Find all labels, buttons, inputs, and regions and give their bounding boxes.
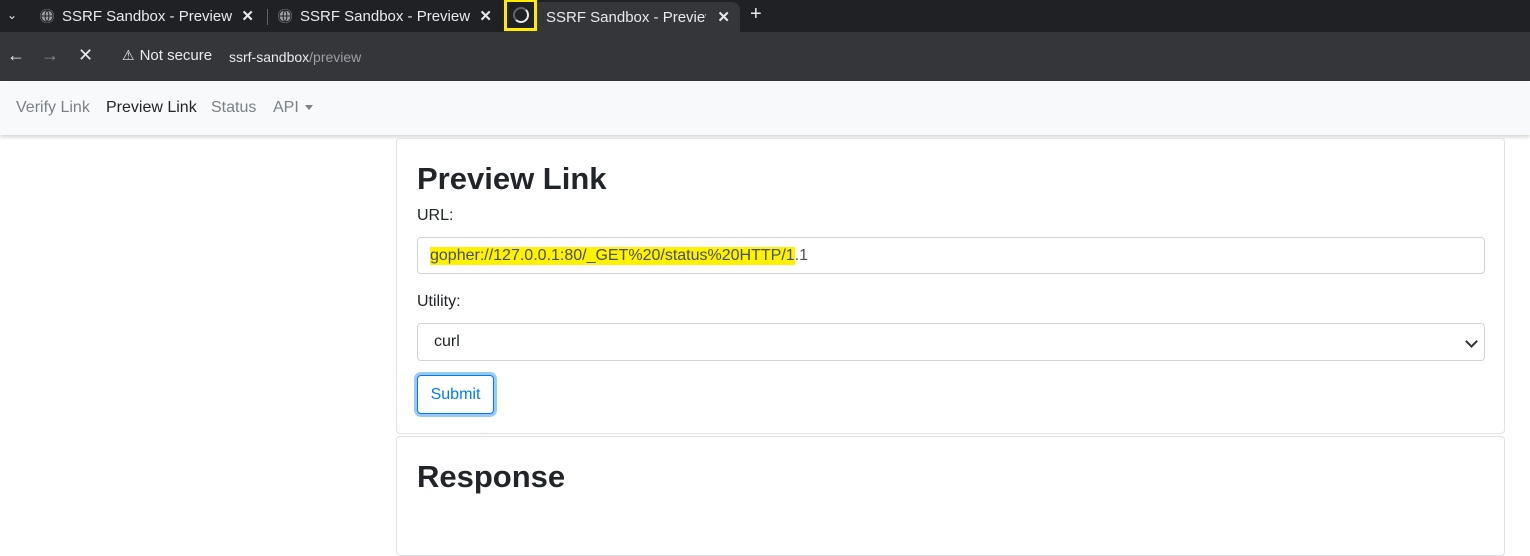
tab-title: SSRF Sandbox - Preview Link [300,7,470,25]
tab-close-icon[interactable]: ✕ [717,8,730,26]
utility-label: Utility: [417,293,461,310]
page-title: Preview Link [417,161,607,196]
loading-spinner-icon [512,7,529,23]
nav-status[interactable]: Status [211,99,256,117]
utility-selected-value: curl [434,333,460,350]
nav-verify-link[interactable]: Verify Link [16,99,90,117]
warning-triangle-icon: ⚠ [122,47,135,63]
browser-toolbar: ← → ✕ ⚠ Not secure ssrf-sandbox/preview [0,32,1530,81]
address-bar[interactable]: ssrf-sandbox/preview [229,49,361,65]
tab-title: SSRF Sandbox - Preview Link [546,8,706,26]
globe-icon [40,9,54,23]
caret-down-icon [304,105,313,111]
tab-separator [267,9,268,25]
submit-button[interactable]: Submit [417,375,494,414]
tab-close-icon[interactable]: ✕ [479,7,492,25]
security-label: Not secure [139,47,213,64]
globe-icon [278,9,292,23]
url-path: /preview [309,49,362,65]
browser-tab-3-active[interactable]: SSRF Sandbox - Preview Link ✕ [504,2,740,32]
url-input[interactable]: gopher://127.0.0.1:80/_GET%20/status%20H… [417,237,1485,274]
tab-close-icon[interactable]: ✕ [241,7,254,25]
browser-tab-strip: ⌄ SSRF Sandbox - Preview Link ✕ SSRF San… [0,0,1530,32]
chevron-down-icon [1465,335,1478,348]
browser-tab-2[interactable]: SSRF Sandbox - Preview Link ✕ [270,2,502,30]
response-heading: Response [417,459,566,494]
back-arrow-icon[interactable]: ← [7,45,25,66]
response-card: Response [396,436,1505,556]
tab-search-chevron-icon[interactable]: ⌄ [2,4,22,26]
tab-title: SSRF Sandbox - Preview Link [62,7,232,25]
site-security-indicator[interactable]: ⚠ Not secure [122,47,212,64]
preview-form-card: Preview Link URL: gopher://127.0.0.1:80/… [396,138,1505,434]
url-host: ssrf-sandbox [229,49,310,65]
stop-loading-icon[interactable]: ✕ [78,45,93,66]
nav-api-label: API [273,99,299,116]
forward-arrow-icon[interactable]: → [41,45,59,66]
nav-api-dropdown[interactable]: API [273,99,313,117]
url-value-highlighted: gopher://127.0.0.1:80/_GET%20/status%20H… [430,246,795,265]
browser-tab-1[interactable]: SSRF Sandbox - Preview Link ✕ [32,2,264,30]
url-value-rest: .1 [794,246,808,264]
url-label: URL: [417,207,454,224]
loading-spinner-highlight [504,0,537,31]
new-tab-plus-icon[interactable]: + [750,3,762,26]
utility-select[interactable]: curl [417,323,1485,361]
nav-preview-link[interactable]: Preview Link [106,99,197,117]
site-navbar: Verify Link Preview Link Status API [0,81,1530,135]
